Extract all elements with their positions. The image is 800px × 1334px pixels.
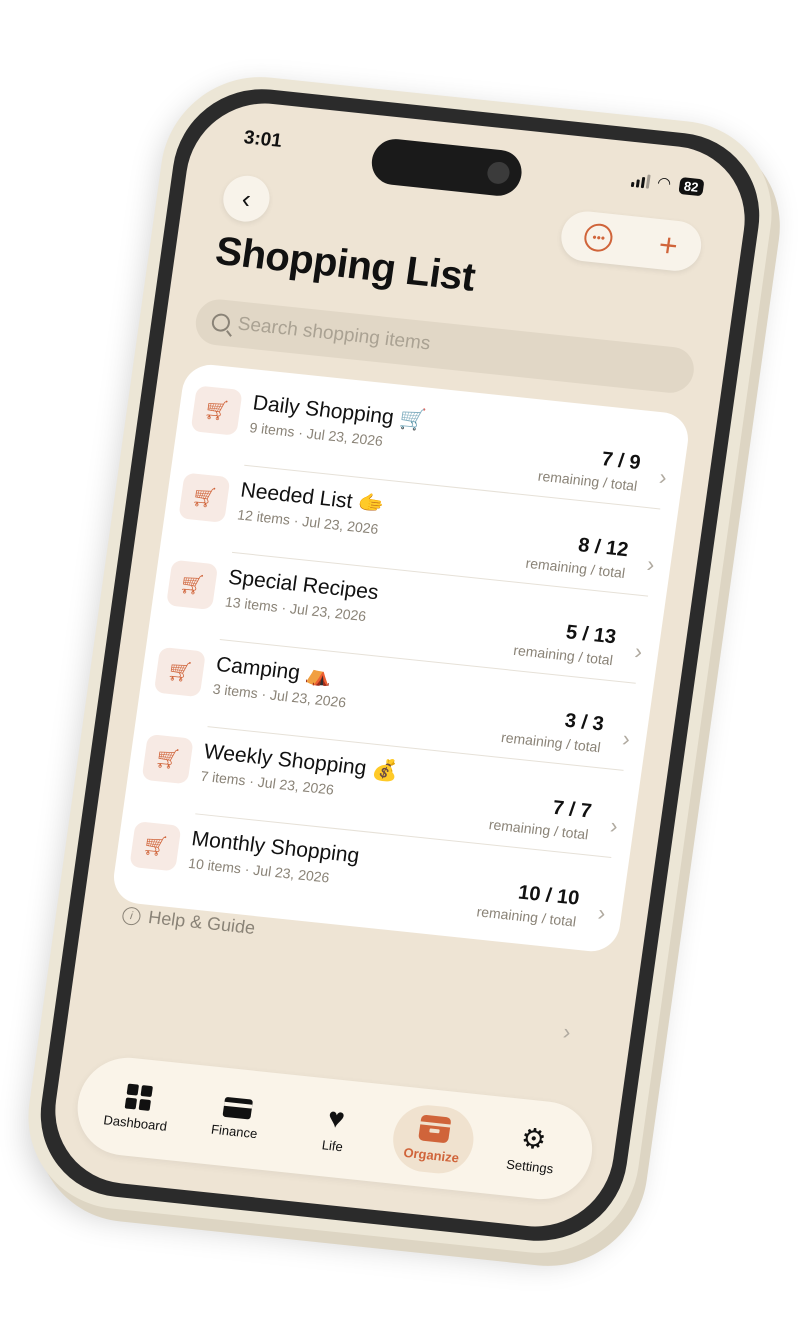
- phone-mockup: 3:01 ◠ 82 ‹ ••• + Shopping List Search s…: [16, 67, 784, 1263]
- cart-icon: 🛒︎: [178, 472, 231, 523]
- tab-settings[interactable]: ⚙ Settings: [488, 1111, 577, 1188]
- dashboard-icon: [124, 1083, 154, 1111]
- chevron-right-icon: ›: [657, 464, 669, 490]
- add-list-button[interactable]: +: [657, 226, 681, 264]
- tab-organize[interactable]: Organize: [389, 1101, 479, 1177]
- cart-icon: 🛒︎: [141, 733, 194, 785]
- info-icon: i: [121, 905, 142, 926]
- battery-icon: 82: [677, 176, 705, 196]
- stage: 3:01 ◠ 82 ‹ ••• + Shopping List Search s…: [0, 0, 800, 1334]
- shopping-lists-card: 🛒︎ Daily Shopping 🛒 9 items · Jul 23, 20…: [110, 362, 692, 954]
- search-placeholder: Search shopping items: [236, 313, 432, 355]
- tab-dashboard[interactable]: Dashboard: [93, 1071, 182, 1145]
- header-actions: ••• +: [558, 209, 705, 274]
- search-icon: [210, 312, 232, 333]
- chevron-left-icon: ‹: [240, 182, 253, 214]
- wifi-icon: ◠: [655, 174, 673, 193]
- list-count: 3 / 3: [563, 709, 606, 736]
- tab-label: Finance: [210, 1121, 259, 1141]
- tab-life[interactable]: ♥ Life: [290, 1090, 379, 1167]
- cart-icon: 🛒︎: [153, 646, 206, 698]
- list-count: 5 / 13: [564, 621, 618, 649]
- status-icons: ◠ 82: [630, 170, 705, 197]
- tab-finance[interactable]: Finance: [192, 1084, 280, 1153]
- gear-icon: ⚙: [519, 1121, 549, 1155]
- list-count: 10 / 10: [516, 881, 581, 910]
- cart-icon: 🛒︎: [166, 559, 219, 611]
- dynamic-island: [368, 136, 525, 199]
- tab-bar: Dashboard Finance ♥ Life Organize ⚙ Sett…: [71, 1052, 599, 1204]
- signal-icon: [630, 173, 651, 189]
- list-count: 7 / 9: [600, 448, 642, 475]
- storage-box-icon: [418, 1113, 452, 1143]
- tab-label: Settings: [505, 1156, 555, 1176]
- credit-card-icon: [222, 1096, 253, 1120]
- tab-label: Life: [320, 1136, 344, 1154]
- back-button[interactable]: ‹: [220, 173, 273, 224]
- cart-icon: 🛒︎: [129, 821, 182, 872]
- cart-icon: 🛒︎: [190, 385, 243, 436]
- tab-label: Dashboard: [102, 1112, 168, 1134]
- chevron-right-icon: ›: [620, 725, 632, 752]
- chevron-right-icon: ›: [645, 551, 657, 578]
- list-count: 8 / 12: [576, 534, 630, 562]
- list-count: 7 / 7: [551, 796, 593, 823]
- page-title: Shopping List: [212, 228, 478, 300]
- tab-label: Organize: [402, 1144, 461, 1165]
- chevron-right-icon: ›: [608, 812, 620, 839]
- chevron-right-icon: ›: [633, 638, 644, 665]
- heart-icon: ♥: [325, 1101, 347, 1134]
- more-options-icon[interactable]: •••: [582, 222, 615, 254]
- chevron-right-icon: ›: [596, 900, 608, 926]
- chevron-right-icon: ›: [561, 1018, 573, 1045]
- status-time: 3:01: [242, 127, 284, 152]
- camera-icon: [485, 160, 511, 185]
